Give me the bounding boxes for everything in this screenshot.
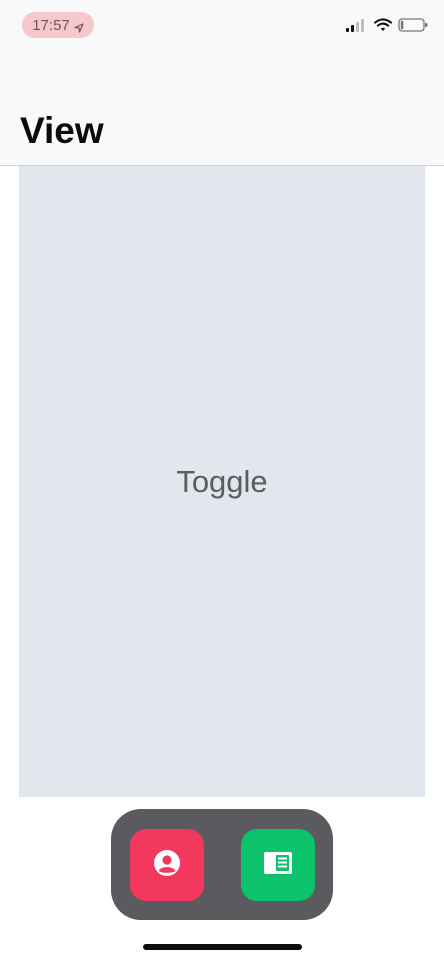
- battery-icon: [398, 18, 428, 37]
- navigation-header: View: [0, 54, 444, 166]
- status-time-pill[interactable]: 17:57: [22, 12, 94, 38]
- reader-button[interactable]: [241, 829, 315, 901]
- status-icons: [346, 18, 428, 37]
- wifi-icon: [374, 18, 392, 37]
- home-indicator: [143, 944, 302, 950]
- page-title: View: [20, 110, 104, 151]
- toggle-area[interactable]: Toggle: [19, 166, 425, 797]
- user-circle-icon: [153, 849, 181, 882]
- location-arrow-icon: [74, 20, 84, 33]
- reader-icon: [263, 851, 293, 880]
- profile-button[interactable]: [130, 829, 204, 901]
- status-time: 17:57: [32, 16, 70, 34]
- floating-dock: [111, 809, 333, 920]
- status-bar: 17:57: [0, 0, 444, 54]
- cellular-signal-icon: [346, 18, 368, 37]
- toggle-label: Toggle: [176, 463, 268, 499]
